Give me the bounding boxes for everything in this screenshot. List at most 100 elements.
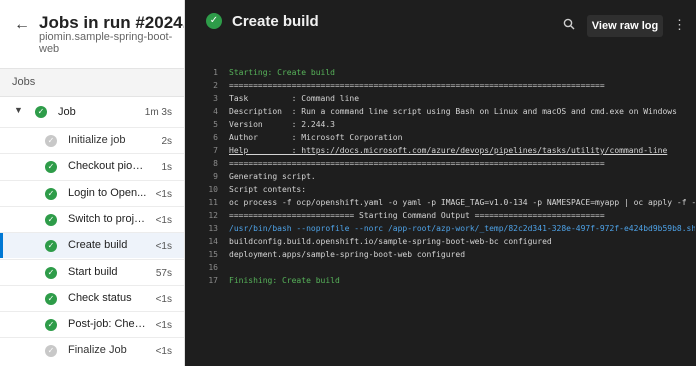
line-number: 9 <box>213 172 218 181</box>
step-duration: 2s <box>161 136 172 147</box>
line-number: 11 <box>208 198 218 207</box>
log-line: 15 deployment.apps/sample-spring-boot-web… <box>195 248 695 261</box>
line-number: 12 <box>208 211 218 220</box>
step-label: Post-job: Chec... <box>68 318 148 331</box>
log-line: 12 ========================== Starting Co… <box>195 209 695 222</box>
line-number: 4 <box>213 107 218 116</box>
step-item[interactable]: ✓ Checkout piomi... 1s <box>0 153 184 179</box>
check-circle-icon: ✓ <box>45 292 57 305</box>
step-duration: 57s <box>155 267 172 279</box>
step-duration: <1s <box>155 214 172 226</box>
step-item[interactable]: ✓ Initialize job 2s <box>0 127 184 153</box>
job-duration: 1m 3s <box>144 107 172 118</box>
log-text: ========================================… <box>229 159 605 168</box>
step-label: Check status <box>68 291 132 304</box>
log-text: Script contents: <box>229 185 307 194</box>
step-item[interactable]: ✓ Start build 57s <box>0 258 184 285</box>
line-number: 2 <box>213 81 218 90</box>
more-vertical-icon[interactable]: ⋮ <box>673 16 686 34</box>
step-label: Switch to proje... <box>68 212 148 225</box>
search-icon[interactable] <box>563 18 575 30</box>
back-arrow-icon[interactable]: ← <box>14 16 30 34</box>
line-number: 7 <box>213 146 218 155</box>
step-duration: <1s <box>155 320 172 332</box>
job-row[interactable]: ▼ ✓ Job 1m 3s <box>0 99 184 126</box>
log-text: Task : Command line <box>229 94 360 103</box>
jobs-section-header: Jobs <box>0 68 184 97</box>
log-text[interactable]: Help : https://docs.microsoft.com/azure/… <box>229 144 667 157</box>
step-duration: <1s <box>155 346 172 358</box>
pending-circle-icon: ✓ <box>45 135 57 147</box>
step-item[interactable]: ✓ Finalize Job <1s <box>0 337 184 363</box>
check-circle-icon: ✓ <box>45 213 57 226</box>
check-circle-icon: ✓ <box>45 240 57 253</box>
line-number: 13 <box>208 224 218 233</box>
log-line: 8 =======================================… <box>195 157 695 170</box>
line-number: 17 <box>208 276 218 285</box>
line-number: 5 <box>213 120 218 129</box>
log-line: 1 Starting: Create build <box>195 66 695 79</box>
log-line: 3 Task : Command line <box>195 92 695 105</box>
check-circle-icon: ✓ <box>45 266 57 279</box>
step-item[interactable]: ✓ Login to Open... <1s <box>0 179 184 206</box>
chevron-down-icon[interactable]: ▼ <box>14 105 23 115</box>
jobs-sidebar: ← Jobs in run #2024... piomin.sample-spr… <box>0 0 185 366</box>
view-raw-log-button[interactable]: View raw log <box>587 15 663 37</box>
log-text: deployment.apps/sample-spring-boot-web c… <box>229 250 466 259</box>
pending-circle-icon: ✓ <box>45 345 57 358</box>
step-label: Checkout piomi... <box>68 160 148 173</box>
job-name: Job <box>58 106 76 118</box>
log-line: 2 =======================================… <box>195 79 695 92</box>
log-text: Starting: Create build <box>229 68 335 77</box>
line-number: 1 <box>213 68 218 77</box>
step-label: Finalize Job <box>68 344 127 357</box>
line-number: 10 <box>208 185 218 194</box>
log-line: 9 Generating script. <box>195 170 695 183</box>
log-text: Finishing: Create build <box>229 276 340 285</box>
step-label: Login to Open... <box>68 186 147 199</box>
check-circle-icon: ✓ <box>45 319 57 332</box>
check-circle-icon: ✓ <box>35 106 47 118</box>
log-text: Version : 2.244.3 <box>229 120 335 129</box>
step-label: Create build <box>68 239 128 252</box>
step-item[interactable]: ✓ Create build <1s <box>0 232 184 259</box>
step-item[interactable]: ✓ Post-job: Chec... <1s <box>0 311 184 337</box>
log-line: 6 Author : Microsoft Corporation <box>195 131 695 144</box>
log-line: 5 Version : 2.244.3 <box>195 118 695 131</box>
log-line: 17 Finishing: Create build <box>195 274 695 287</box>
log-text: ========================== Starting Comm… <box>229 211 605 220</box>
log-line: 4 Description : Run a command line script… <box>195 105 695 118</box>
check-circle-icon: ✓ <box>206 13 222 29</box>
run-title: Jobs in run #2024... <box>39 13 185 32</box>
step-label: Initialize job <box>68 134 126 146</box>
log-line: 16 <box>195 261 695 274</box>
log-line: 7 Help : https://docs.microsoft.com/azure… <box>195 144 695 157</box>
step-duration: 1s <box>161 162 172 174</box>
step-duration: <1s <box>155 188 172 200</box>
check-circle-icon: ✓ <box>45 161 57 174</box>
log-text: Description : Run a command line script … <box>229 107 677 116</box>
log-line: 11 oc process -f ocp/openshift.yaml -o ya… <box>195 196 695 209</box>
log-line: 13/usr/bin/bash --noprofile --norc /app-… <box>195 222 695 235</box>
step-label: Start build <box>68 265 118 278</box>
check-circle-icon: ✓ <box>45 187 57 200</box>
run-subtitle: piomin.sample-spring-boot-web <box>39 31 173 55</box>
step-duration: <1s <box>155 241 172 253</box>
step-item[interactable]: ✓ Switch to proje... <1s <box>0 205 184 232</box>
log-output: 1 Starting: Create build 2 ================… <box>195 66 695 366</box>
step-duration: <1s <box>155 293 172 305</box>
log-line: 14 buildconfig.build.openshift.io/sample-… <box>195 235 695 248</box>
log-panel: ✓ Create build View raw log ⋮ 1 Starting:… <box>185 0 696 366</box>
log-text: oc process -f ocp/openshift.yaml -o yaml… <box>229 198 695 207</box>
line-number: 6 <box>213 133 218 142</box>
log-text: buildconfig.build.openshift.io/sample-sp… <box>229 237 552 246</box>
line-number: 14 <box>208 237 218 246</box>
line-number: 15 <box>208 250 218 259</box>
line-number: 8 <box>213 159 218 168</box>
log-text: ========================================… <box>229 81 605 90</box>
log-text: Author : Microsoft Corporation <box>229 133 403 142</box>
step-item[interactable]: ✓ Check status <1s <box>0 284 184 311</box>
page-title: Create build <box>232 13 319 30</box>
log-line: 10 Script contents: <box>195 183 695 196</box>
line-number: 16 <box>208 263 218 272</box>
